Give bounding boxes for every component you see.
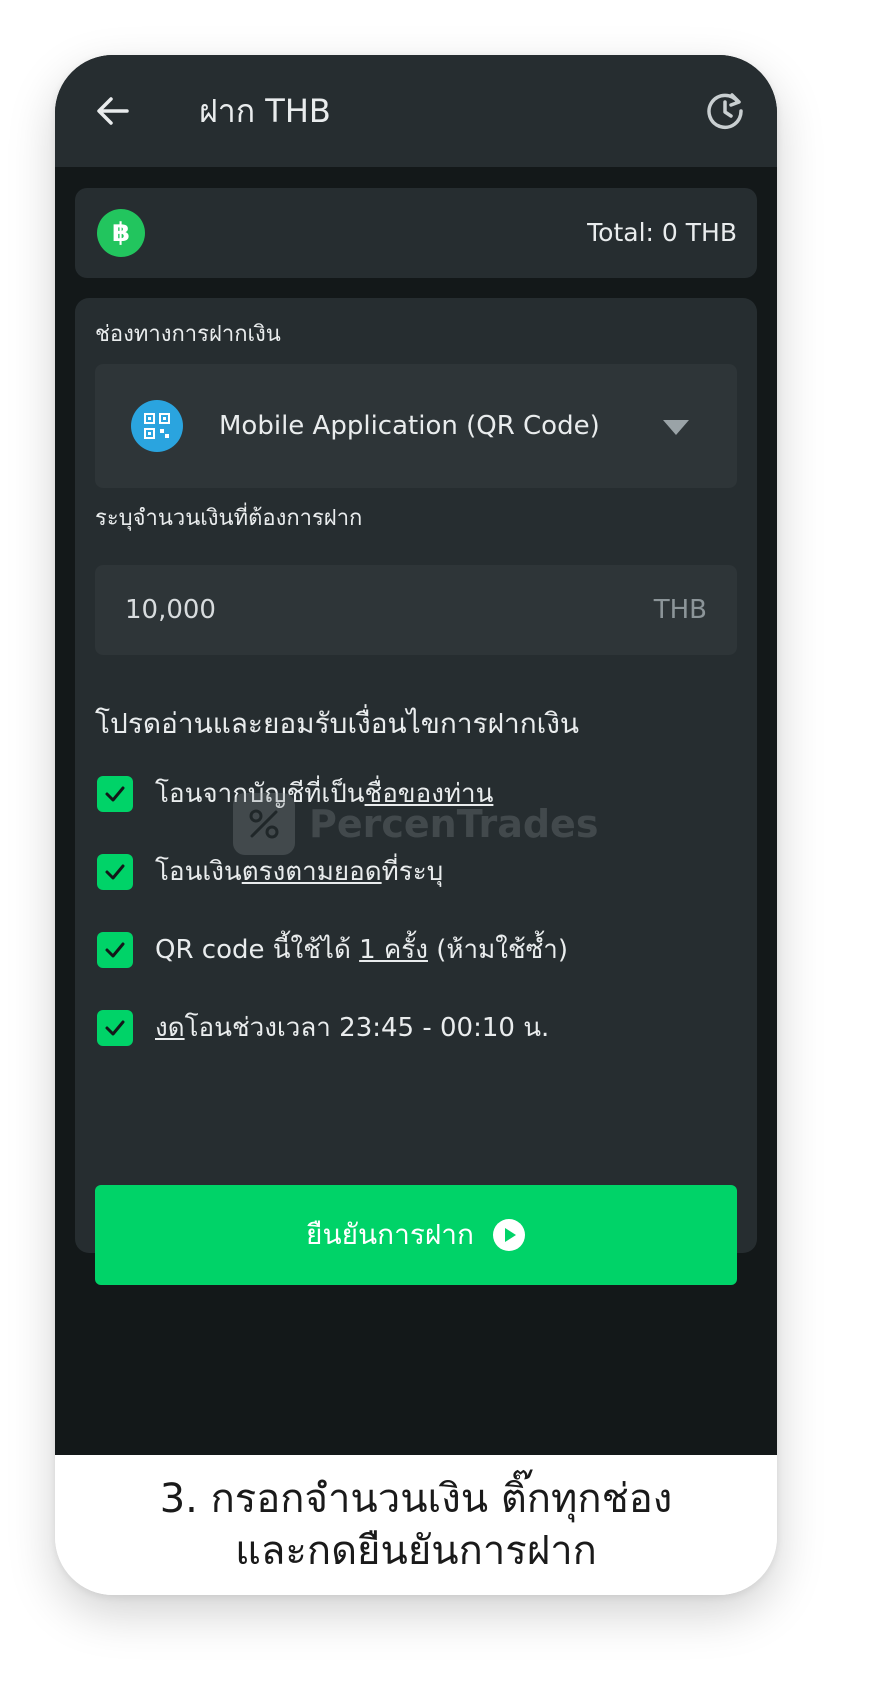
term-checkbox[interactable] — [97, 776, 133, 812]
check-icon — [105, 942, 125, 958]
arrow-left-icon[interactable] — [93, 91, 133, 131]
term-text: งดโอนช่วงเวลา 23:45 - 00:10 น. — [155, 1013, 550, 1043]
chevron-down-icon — [663, 420, 689, 435]
channel-label: ช่องทางการฝากเงิน — [95, 322, 281, 347]
app-header: ฝาก THB — [55, 55, 777, 167]
caption-line-2: และกดยืนยันการฝาก — [235, 1528, 597, 1574]
confirm-deposit-button[interactable]: ยืนยันการฝาก — [95, 1185, 737, 1285]
terms-title: โปรดอ่านและยอมรับเงื่อนไขการฝากเงิน — [95, 707, 580, 740]
term-text: QR code นี้ใช้ได้ 1 ครั้ง (ห้ามใช้ซ้ำ) — [155, 935, 568, 965]
term-checkbox[interactable] — [97, 854, 133, 890]
term-text: โอนจากบัญชีที่เป็นชื่อของท่าน — [155, 779, 494, 809]
check-icon — [105, 786, 125, 802]
app-screen: ฝาก THB ฿ Total: 0 THB ช่องทางการฝากเงิน — [55, 55, 777, 1455]
term-row: โอนจากบัญชีที่เป็นชื่อของท่าน — [95, 766, 735, 822]
phone-mockup: ฝาก THB ฿ Total: 0 THB ช่องทางการฝากเงิน — [55, 55, 777, 1595]
check-icon — [105, 864, 125, 880]
amount-input[interactable]: 10,000 THB — [95, 565, 737, 655]
balance-card: ฿ Total: 0 THB — [75, 188, 757, 278]
step-caption: 3. กรอกจำนวนเงิน ติ๊กทุกช่อง และกดยืนยัน… — [55, 1455, 777, 1595]
term-row: โอนเงินตรงตามยอดที่ระบุ — [95, 844, 735, 900]
qr-code-icon — [131, 400, 183, 452]
term-row: งดโอนช่วงเวลา 23:45 - 00:10 น. — [95, 1000, 735, 1056]
confirm-label: ยืนยันการฝาก — [306, 1218, 474, 1251]
amount-label: ระบุจำนวนเงินที่ต้องการฝาก — [95, 506, 363, 531]
page-title: ฝาก THB — [199, 92, 331, 130]
history-refresh-icon[interactable] — [703, 89, 747, 133]
term-checkbox[interactable] — [97, 1010, 133, 1046]
deposit-channel-select[interactable]: Mobile Application (QR Code) — [95, 364, 737, 488]
balance-total: Total: 0 THB — [587, 218, 737, 247]
baht-coin-icon: ฿ — [97, 209, 145, 257]
deposit-form: ช่องทางการฝากเงิน Mobile Application (QR — [75, 298, 757, 1285]
term-checkbox[interactable] — [97, 932, 133, 968]
amount-value: 10,000 — [125, 595, 216, 625]
selected-channel: Mobile Application (QR Code) — [219, 411, 600, 441]
term-row: QR code นี้ใช้ได้ 1 ครั้ง (ห้ามใช้ซ้ำ) — [95, 922, 735, 978]
caption-line-1: 3. กรอกจำนวนเงิน ติ๊กทุกช่อง — [159, 1476, 673, 1522]
check-icon — [105, 1020, 125, 1036]
term-text: โอนเงินตรงตามยอดที่ระบุ — [155, 857, 444, 887]
amount-unit: THB — [653, 595, 707, 625]
play-circle-icon — [492, 1219, 525, 1251]
